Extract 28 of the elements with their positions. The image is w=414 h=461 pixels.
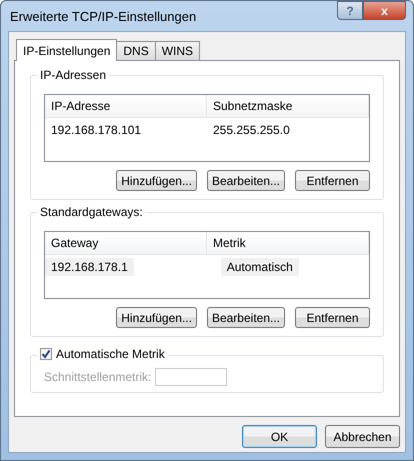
tab[interactable]: DNS xyxy=(116,41,156,60)
list-item[interactable]: Automatisch xyxy=(220,258,299,276)
group-button[interactable]: Bearbeiten... xyxy=(206,307,285,328)
group-title: IP-Adressen xyxy=(37,68,110,82)
checkbox-label: Automatische Metrik xyxy=(56,347,165,361)
group-button[interactable]: Bearbeiten... xyxy=(206,170,285,191)
group-button[interactable]: Hinzufügen... xyxy=(116,307,197,328)
column-header[interactable]: Gateway xyxy=(45,232,207,254)
group-button[interactable]: Hinzufügen... xyxy=(116,170,197,191)
tab[interactable]: IP-Einstellungen xyxy=(16,39,118,61)
column-header[interactable]: IP-Adresse xyxy=(45,95,207,117)
dialog-button[interactable]: OK xyxy=(242,425,317,448)
help-button[interactable]: ? xyxy=(337,1,363,20)
tab[interactable]: WINS xyxy=(154,41,200,60)
checkbox-icon[interactable] xyxy=(40,348,52,360)
group-button[interactable]: Entfernen xyxy=(295,307,370,328)
list-item[interactable]: 255.255.255.0 xyxy=(207,121,369,139)
column-header[interactable]: Subnetzmaske xyxy=(207,95,369,117)
group-button[interactable]: Entfernen xyxy=(295,170,370,191)
column-header[interactable]: Metrik xyxy=(207,232,369,254)
checkbox[interactable]: Automatische Metrik xyxy=(37,347,168,361)
list-item[interactable]: 192.168.178.1 xyxy=(45,258,134,276)
window-title: Erweiterte TCP/IP-Einstellungen xyxy=(9,8,196,24)
dialog-button[interactable]: Abbrechen xyxy=(325,425,400,448)
close-button[interactable]: x xyxy=(363,1,406,20)
list-item[interactable]: 192.168.178.101 xyxy=(45,121,207,139)
group-title: Standardgateways: xyxy=(37,205,146,219)
field-label: Schnittstellenmetrik: xyxy=(44,370,152,384)
